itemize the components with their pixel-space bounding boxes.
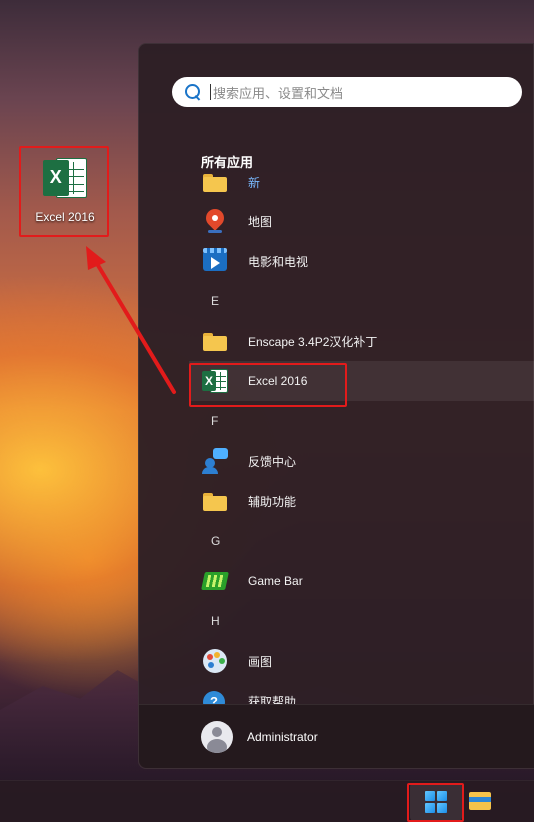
app-label: 画图: [248, 654, 273, 669]
app-item-feedback-hub[interactable]: 反馈中心: [189, 441, 534, 481]
app-label: 获取帮助: [248, 694, 297, 705]
feedback-hub-icon: [202, 448, 228, 474]
letter-header-f[interactable]: F: [189, 401, 534, 441]
file-explorer-icon[interactable]: [468, 789, 494, 815]
app-label: 反馈中心: [248, 454, 297, 469]
app-item-enscape[interactable]: Enscape 3.4P2汉化补丁: [189, 321, 534, 361]
app-label: Game Bar: [248, 574, 303, 588]
map-pin-icon: [202, 205, 228, 234]
search-placeholder: 搜索应用、设置和文档: [213, 85, 344, 101]
start-footer: Administrator: [139, 704, 534, 768]
app-item-accessibility[interactable]: 辅助功能: [189, 481, 534, 521]
game-bar-icon: [201, 568, 229, 594]
movies-tv-icon: [202, 248, 228, 274]
user-name: Administrator: [247, 730, 318, 744]
letter-label: H: [211, 614, 220, 628]
letter-header-g[interactable]: G: [189, 521, 534, 561]
app-label: Enscape 3.4P2汉化补丁: [248, 334, 378, 349]
search-box[interactable]: 搜索应用、设置和文档: [172, 77, 522, 107]
app-label: 辅助功能: [248, 494, 297, 509]
letter-label: G: [211, 534, 221, 548]
folder-icon: [202, 328, 228, 354]
app-item-movies-tv[interactable]: 电影和电视: [189, 241, 534, 281]
app-list[interactable]: 新 地图 电影和电视 E Enscape 3.4P2汉化补丁 X Excel 2…: [139, 172, 534, 704]
folder-icon: [202, 488, 228, 514]
user-account-button[interactable]: Administrator: [201, 721, 318, 753]
app-label: 新: [248, 175, 261, 190]
letter-header-h[interactable]: H: [189, 601, 534, 641]
letter-label: E: [211, 294, 220, 308]
app-item-get-help[interactable]: ? 获取帮助: [189, 681, 534, 704]
app-label: 电影和电视: [248, 254, 309, 269]
search-icon: [184, 83, 202, 101]
letter-header-e[interactable]: E: [189, 281, 534, 321]
letter-label: F: [211, 414, 219, 428]
highlight-box-desktop-icon: [19, 146, 109, 237]
folder-icon: [202, 172, 228, 195]
paint-icon: [202, 648, 228, 674]
get-help-icon: ?: [202, 688, 228, 704]
avatar: [201, 721, 233, 753]
app-item-game-bar[interactable]: Game Bar: [189, 561, 534, 601]
highlight-box-excel-entry: [189, 363, 347, 407]
app-item-maps[interactable]: 地图: [189, 201, 534, 241]
text-caret: [210, 84, 211, 100]
highlight-box-start-button: [407, 783, 464, 822]
app-label: 地图: [248, 214, 273, 229]
all-apps-heading: 所有应用: [201, 155, 254, 170]
app-item-new[interactable]: 新: [189, 172, 534, 202]
app-item-paint[interactable]: 画图: [189, 641, 534, 681]
